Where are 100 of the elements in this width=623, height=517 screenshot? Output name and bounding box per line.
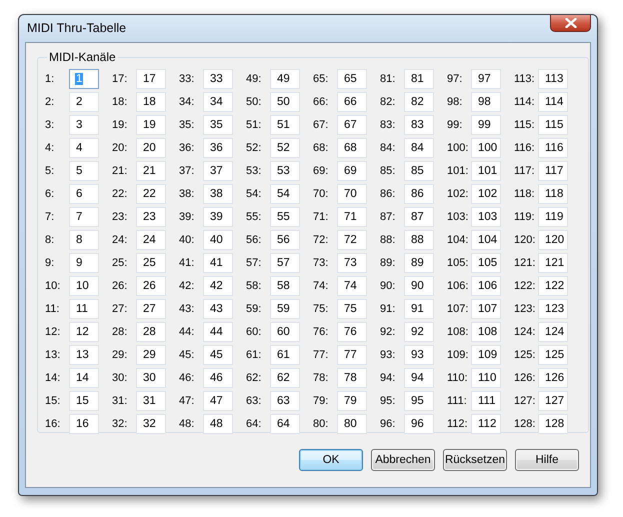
channel-field[interactable]: 28: [136, 322, 166, 342]
channel-field[interactable]: 119: [538, 207, 568, 227]
channel-field[interactable]: 29: [136, 345, 166, 365]
channel-field[interactable]: 76: [337, 322, 367, 342]
channel-field[interactable]: 110: [471, 368, 501, 388]
channel-field[interactable]: 47: [203, 391, 233, 411]
channel-field[interactable]: 60: [270, 322, 300, 342]
channel-field[interactable]: 43: [203, 299, 233, 319]
channel-field[interactable]: 100: [471, 138, 501, 158]
channel-field[interactable]: 49: [270, 69, 300, 89]
channel-field[interactable]: 68: [337, 138, 367, 158]
channel-field[interactable]: 30: [136, 368, 166, 388]
channel-field[interactable]: 63: [270, 391, 300, 411]
channel-field[interactable]: 10: [69, 276, 99, 296]
channel-field[interactable]: 24: [136, 230, 166, 250]
channel-field[interactable]: 12: [69, 322, 99, 342]
channel-field[interactable]: 112: [471, 414, 501, 434]
channel-field[interactable]: 120: [538, 230, 568, 250]
channel-field[interactable]: 36: [203, 138, 233, 158]
channel-field[interactable]: 116: [538, 138, 568, 158]
channel-field[interactable]: 114: [538, 92, 568, 112]
channel-field[interactable]: 96: [404, 414, 434, 434]
channel-field[interactable]: 128: [538, 414, 568, 434]
channel-field[interactable]: 3: [69, 115, 99, 135]
channel-field[interactable]: 92: [404, 322, 434, 342]
channel-field[interactable]: 11: [69, 299, 99, 319]
channel-field[interactable]: 87: [404, 207, 434, 227]
channel-field[interactable]: 18: [136, 92, 166, 112]
channel-field[interactable]: 5: [69, 161, 99, 181]
channel-field[interactable]: 22: [136, 184, 166, 204]
channel-field[interactable]: 108: [471, 322, 501, 342]
channel-field[interactable]: 56: [270, 230, 300, 250]
channel-field[interactable]: 33: [203, 69, 233, 89]
channel-field[interactable]: 109: [471, 345, 501, 365]
channel-field[interactable]: 14: [69, 368, 99, 388]
channel-field[interactable]: 69: [337, 161, 367, 181]
channel-field[interactable]: 78: [337, 368, 367, 388]
channel-field[interactable]: 107: [471, 299, 501, 319]
channel-field[interactable]: 123: [538, 299, 568, 319]
channel-field[interactable]: 48: [203, 414, 233, 434]
dialog-button[interactable]: Hilfe: [515, 449, 579, 471]
channel-field[interactable]: 65: [337, 69, 367, 89]
channel-field[interactable]: 74: [337, 276, 367, 296]
channel-field[interactable]: 21: [136, 161, 166, 181]
channel-field[interactable]: 83: [404, 115, 434, 135]
channel-field[interactable]: 91: [404, 299, 434, 319]
channel-field[interactable]: 6: [69, 184, 99, 204]
channel-field[interactable]: 117: [538, 161, 568, 181]
channel-field[interactable]: 88: [404, 230, 434, 250]
channel-field[interactable]: 45: [203, 345, 233, 365]
channel-field[interactable]: 9: [69, 253, 99, 273]
channel-field[interactable]: 115: [538, 115, 568, 135]
channel-field[interactable]: 64: [270, 414, 300, 434]
channel-field[interactable]: 59: [270, 299, 300, 319]
channel-field[interactable]: 31: [136, 391, 166, 411]
channel-field[interactable]: 67: [337, 115, 367, 135]
channel-field[interactable]: 50: [270, 92, 300, 112]
channel-field[interactable]: 66: [337, 92, 367, 112]
channel-field[interactable]: 81: [404, 69, 434, 89]
channel-field[interactable]: 39: [203, 207, 233, 227]
channel-field[interactable]: 75: [337, 299, 367, 319]
channel-field[interactable]: 72: [337, 230, 367, 250]
channel-field[interactable]: 19: [136, 115, 166, 135]
channel-field[interactable]: 125: [538, 345, 568, 365]
channel-field[interactable]: 61: [270, 345, 300, 365]
dialog-button[interactable]: OK: [299, 449, 363, 471]
channel-field[interactable]: 95: [404, 391, 434, 411]
channel-field[interactable]: 77: [337, 345, 367, 365]
channel-field[interactable]: 122: [538, 276, 568, 296]
channel-field[interactable]: 4: [69, 138, 99, 158]
dialog-button[interactable]: Abbrechen: [371, 449, 435, 471]
channel-field[interactable]: 113: [538, 69, 568, 89]
channel-field[interactable]: 85: [404, 161, 434, 181]
channel-field[interactable]: 94: [404, 368, 434, 388]
channel-field[interactable]: 7: [69, 207, 99, 227]
channel-field[interactable]: 40: [203, 230, 233, 250]
channel-field[interactable]: 38: [203, 184, 233, 204]
channel-field[interactable]: 55: [270, 207, 300, 227]
channel-field[interactable]: 51: [270, 115, 300, 135]
channel-field[interactable]: 98: [471, 92, 501, 112]
channel-field[interactable]: 84: [404, 138, 434, 158]
channel-field[interactable]: 90: [404, 276, 434, 296]
channel-field[interactable]: 104: [471, 230, 501, 250]
channel-field[interactable]: 86: [404, 184, 434, 204]
channel-field[interactable]: 32: [136, 414, 166, 434]
channel-field[interactable]: 93: [404, 345, 434, 365]
channel-field[interactable]: 16: [69, 414, 99, 434]
channel-field[interactable]: 121: [538, 253, 568, 273]
channel-field[interactable]: 101: [471, 161, 501, 181]
channel-field[interactable]: 82: [404, 92, 434, 112]
channel-field[interactable]: 26: [136, 276, 166, 296]
channel-field[interactable]: 106: [471, 276, 501, 296]
channel-field[interactable]: 127: [538, 391, 568, 411]
channel-field[interactable]: 42: [203, 276, 233, 296]
close-button[interactable]: [550, 15, 591, 32]
channel-field[interactable]: 46: [203, 368, 233, 388]
channel-field[interactable]: 13: [69, 345, 99, 365]
channel-field[interactable]: 105: [471, 253, 501, 273]
channel-field[interactable]: 8: [69, 230, 99, 250]
channel-field[interactable]: 79: [337, 391, 367, 411]
